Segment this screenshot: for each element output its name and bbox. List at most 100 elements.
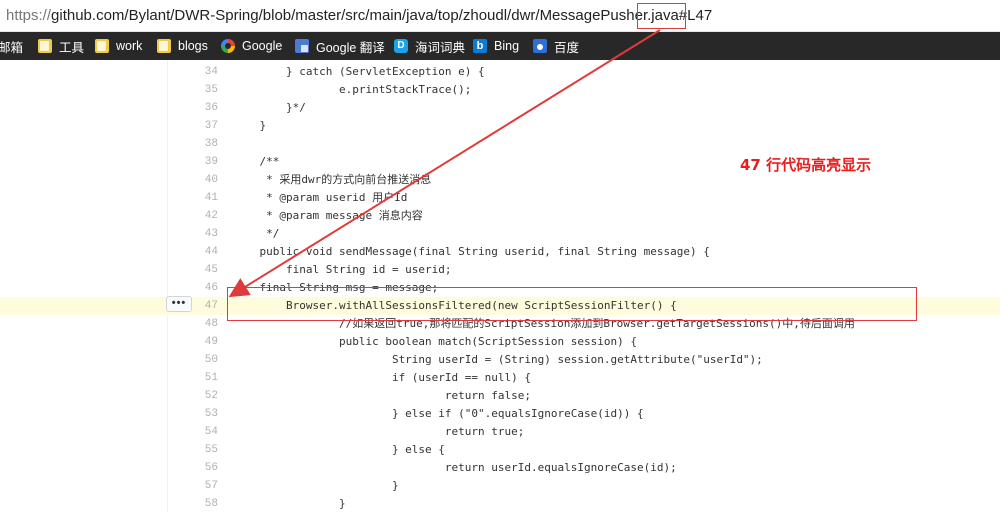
line-number[interactable]: 35 bbox=[178, 81, 218, 99]
line-number[interactable]: 48 bbox=[178, 315, 218, 333]
bookmark-bing[interactable]: b Bing bbox=[473, 36, 519, 56]
code-line: 57 } bbox=[0, 477, 1000, 495]
code-line: 45 final String id = userid; bbox=[0, 261, 1000, 279]
line-number[interactable]: 44 bbox=[178, 243, 218, 261]
line-number[interactable]: 40 bbox=[178, 171, 218, 189]
code-text: } catch (ServletException e) { bbox=[233, 65, 485, 78]
bookmarks-bar: 邮箱 工具 work blogs Google Google 翻译 D 海词词典… bbox=[0, 32, 1000, 60]
line-number[interactable]: 41 bbox=[178, 189, 218, 207]
google-icon bbox=[221, 39, 235, 53]
code-line: 54 return true; bbox=[0, 423, 1000, 441]
code-line: 43 */ bbox=[0, 225, 1000, 243]
line-number[interactable]: 49 bbox=[178, 333, 218, 351]
url-text[interactable]: https://github.com/Bylant/DWR-Spring/blo… bbox=[6, 7, 712, 24]
bookmark-blogs[interactable]: blogs bbox=[157, 36, 208, 56]
code-line: 49 public boolean match(ScriptSession se… bbox=[0, 333, 1000, 351]
code-text: * @param message 消息内容 bbox=[233, 209, 423, 222]
google-translate-icon bbox=[295, 39, 309, 53]
url-main: github.com/Bylant/DWR-Spring/blob/master… bbox=[51, 7, 713, 24]
annotation-label: 47 行代码高亮显示 bbox=[740, 156, 872, 174]
line-number[interactable]: 58 bbox=[178, 495, 218, 512]
line-number[interactable]: 38 bbox=[178, 135, 218, 153]
bookmark-google-translate[interactable]: Google 翻译 bbox=[295, 36, 385, 56]
bookmark-google[interactable]: Google bbox=[221, 36, 282, 56]
bookmark-work[interactable]: work bbox=[95, 36, 142, 56]
code-text: } bbox=[233, 497, 346, 510]
baidu-icon bbox=[533, 39, 547, 53]
code-line: 41 * @param userid 用户Id bbox=[0, 189, 1000, 207]
line-number[interactable]: 36 bbox=[178, 99, 218, 117]
code-line: 38 bbox=[0, 135, 1000, 153]
bookmark-dict[interactable]: D 海词词典 bbox=[394, 36, 465, 56]
bookmark-baidu[interactable]: 百度 bbox=[533, 36, 579, 56]
line-number[interactable]: 42 bbox=[178, 207, 218, 225]
code-text: return false; bbox=[233, 389, 532, 402]
line-number[interactable]: 51 bbox=[178, 369, 218, 387]
code-text: return userId.equalsIgnoreCase(id); bbox=[233, 461, 677, 474]
code-line: 44 public void sendMessage(final String … bbox=[0, 243, 1000, 261]
code-line: 53 } else if ("0".equalsIgnoreCase(id)) … bbox=[0, 405, 1000, 423]
bookmark-label: 工具 bbox=[59, 40, 85, 55]
code-line: 55 } else { bbox=[0, 441, 1000, 459]
bookmark-label: Google bbox=[242, 39, 283, 53]
code-text: final String id = userid; bbox=[233, 263, 452, 276]
line-actions-button[interactable]: ••• bbox=[166, 296, 192, 312]
line-number[interactable]: 55 bbox=[178, 441, 218, 459]
line-number[interactable]: 37 bbox=[178, 117, 218, 135]
code-line: 36 }*/ bbox=[0, 99, 1000, 117]
bookmark-label: Bing bbox=[494, 39, 520, 53]
line-number[interactable]: 57 bbox=[178, 477, 218, 495]
code-text: } else if ("0".equalsIgnoreCase(id)) { bbox=[233, 407, 644, 420]
code-line: 50 String userId = (String) session.getA… bbox=[0, 351, 1000, 369]
code-text: String userId = (String) session.getAttr… bbox=[233, 353, 763, 366]
code-text: public void sendMessage(final String use… bbox=[233, 245, 710, 258]
code-text: if (userId == null) { bbox=[233, 371, 532, 384]
code-line: 42 * @param message 消息内容 bbox=[0, 207, 1000, 225]
code-text: }*/ bbox=[233, 101, 306, 114]
line-number[interactable]: 45 bbox=[178, 261, 218, 279]
code-text: return true; bbox=[233, 425, 525, 438]
code-text: public boolean match(ScriptSession sessi… bbox=[233, 335, 637, 348]
code-text: } else { bbox=[233, 443, 445, 456]
line-number[interactable]: 50 bbox=[178, 351, 218, 369]
address-bar[interactable]: https://github.com/Bylant/DWR-Spring/blo… bbox=[0, 0, 1000, 32]
line-number[interactable]: 39 bbox=[178, 153, 218, 171]
code-text: } bbox=[233, 479, 399, 492]
folder-icon bbox=[38, 39, 52, 53]
bookmark-mail[interactable]: 邮箱 bbox=[0, 36, 23, 56]
line-number[interactable]: 43 bbox=[178, 225, 218, 243]
code-line: 35 e.printStackTrace(); bbox=[0, 81, 1000, 99]
highlighted-line-box bbox=[227, 287, 917, 321]
bookmark-label: work bbox=[116, 39, 143, 53]
line-number[interactable]: 54 bbox=[178, 423, 218, 441]
bookmark-label: Google 翻译 bbox=[316, 40, 385, 55]
code-text: * 采用dwr的方式向前台推送消息 bbox=[233, 173, 432, 186]
line-number[interactable]: 46 bbox=[178, 279, 218, 297]
code-text: /** bbox=[233, 155, 280, 168]
folder-icon bbox=[157, 39, 171, 53]
bookmark-tools[interactable]: 工具 bbox=[38, 36, 84, 56]
code-line: 56 return userId.equalsIgnoreCase(id); bbox=[0, 459, 1000, 477]
folder-icon bbox=[95, 39, 109, 53]
bookmark-label: 百度 bbox=[554, 40, 580, 55]
bookmark-label: 邮箱 bbox=[0, 40, 24, 55]
code-viewer: 34 } catch (ServletException e) {35 e.pr… bbox=[0, 60, 1000, 512]
code-line: 58 } bbox=[0, 495, 1000, 512]
bing-icon: b bbox=[473, 39, 487, 53]
url-prefix: https:// bbox=[6, 7, 52, 24]
code-text: e.printStackTrace(); bbox=[233, 83, 472, 96]
line-number[interactable]: 56 bbox=[178, 459, 218, 477]
line-number[interactable]: 52 bbox=[178, 387, 218, 405]
code-line: 34 } catch (ServletException e) { bbox=[0, 63, 1000, 81]
bookmark-label: blogs bbox=[178, 39, 208, 53]
code-text: * @param userid 用户Id bbox=[233, 191, 408, 204]
dict-icon: D bbox=[394, 39, 408, 53]
code-text: */ bbox=[233, 227, 280, 240]
code-line: 51 if (userId == null) { bbox=[0, 369, 1000, 387]
url-anchor-highlight-box bbox=[637, 3, 686, 29]
line-number[interactable]: 34 bbox=[178, 63, 218, 81]
code-line: 37 } bbox=[0, 117, 1000, 135]
line-number[interactable]: 53 bbox=[178, 405, 218, 423]
bookmark-label: 海词词典 bbox=[415, 40, 466, 55]
code-text: } bbox=[233, 119, 267, 132]
